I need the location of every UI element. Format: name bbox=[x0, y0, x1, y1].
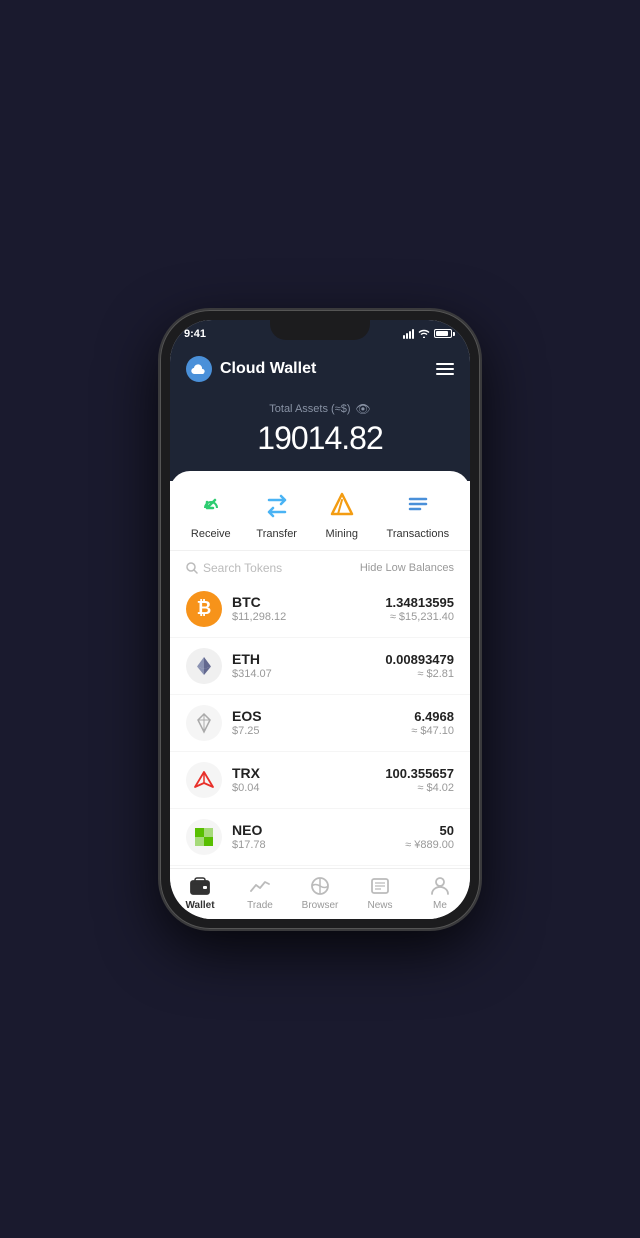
eth-price: $314.07 bbox=[232, 668, 385, 680]
main-card: Receive Transfer bbox=[170, 471, 470, 866]
receive-label: Receive bbox=[191, 528, 231, 540]
header-left: Cloud Wallet bbox=[186, 356, 316, 382]
eth-symbol: ETH bbox=[232, 651, 385, 667]
menu-button[interactable] bbox=[436, 363, 454, 375]
nav-browser[interactable]: Browser bbox=[290, 875, 350, 911]
trade-nav-icon bbox=[249, 875, 271, 897]
hide-low-balances[interactable]: Hide Low Balances bbox=[360, 562, 454, 574]
mining-icon bbox=[323, 485, 361, 523]
neo-price: $17.78 bbox=[232, 839, 405, 851]
signal-icon bbox=[403, 329, 414, 339]
news-nav-icon bbox=[369, 875, 391, 897]
eos-price: $7.25 bbox=[232, 725, 411, 737]
token-item-trx[interactable]: TRX $0.04 100.355657 ≈ $4.02 bbox=[170, 752, 470, 809]
app-header: Cloud Wallet bbox=[170, 348, 470, 390]
token-item-neo[interactable]: NEO $17.78 50 ≈ ¥889.00 bbox=[170, 809, 470, 866]
eos-balance: 6.4968 ≈ $47.10 bbox=[411, 709, 454, 737]
eos-symbol: EOS bbox=[232, 708, 411, 724]
nav-news[interactable]: News bbox=[350, 875, 410, 911]
eos-info: EOS $7.25 bbox=[232, 708, 411, 737]
btc-balance: 1.34813595 ≈ $15,231.40 bbox=[385, 595, 454, 623]
transactions-icon bbox=[399, 485, 437, 523]
cloud-icon bbox=[191, 364, 207, 374]
me-nav-label: Me bbox=[433, 900, 447, 911]
eth-info: ETH $314.07 bbox=[232, 651, 385, 680]
trx-usd: ≈ $4.02 bbox=[385, 782, 454, 794]
search-left: Search Tokens bbox=[186, 561, 282, 575]
action-buttons: Receive Transfer bbox=[170, 471, 470, 551]
btc-logo: ₿ bbox=[186, 591, 222, 627]
search-input[interactable]: Search Tokens bbox=[203, 561, 282, 575]
browser-nav-label: Browser bbox=[302, 900, 339, 911]
nav-trade[interactable]: Trade bbox=[230, 875, 290, 911]
search-icon bbox=[186, 562, 198, 574]
trx-balance: 100.355657 ≈ $4.02 bbox=[385, 766, 454, 794]
notch bbox=[270, 320, 370, 340]
transfer-button[interactable]: Transfer bbox=[256, 485, 297, 540]
receive-icon bbox=[192, 485, 230, 523]
btc-symbol: BTC bbox=[232, 594, 385, 610]
trx-price: $0.04 bbox=[232, 782, 385, 794]
mining-button[interactable]: Mining bbox=[323, 485, 361, 540]
trx-info: TRX $0.04 bbox=[232, 765, 385, 794]
eth-logo bbox=[186, 648, 222, 684]
btc-price: $11,298.12 bbox=[232, 611, 385, 623]
news-nav-label: News bbox=[367, 900, 392, 911]
trx-amount: 100.355657 bbox=[385, 766, 454, 781]
search-row: Search Tokens Hide Low Balances bbox=[170, 551, 470, 581]
phone-screen: 9:41 bbox=[170, 320, 470, 919]
eos-logo bbox=[186, 705, 222, 741]
btc-amount: 1.34813595 bbox=[385, 595, 454, 610]
transfer-label: Transfer bbox=[256, 528, 297, 540]
token-list: ₿ BTC $11,298.12 1.34813595 ≈ $15,231.40 bbox=[170, 581, 470, 866]
assets-value: 19014.82 bbox=[186, 420, 454, 457]
browser-nav-icon bbox=[309, 875, 331, 897]
receive-button[interactable]: Receive bbox=[191, 485, 231, 540]
me-nav-icon bbox=[429, 875, 451, 897]
wallet-nav-icon bbox=[189, 875, 211, 897]
eos-amount: 6.4968 bbox=[411, 709, 454, 724]
btc-usd: ≈ $15,231.40 bbox=[385, 611, 454, 623]
neo-balance: 50 ≈ ¥889.00 bbox=[405, 823, 454, 851]
wallet-nav-label: Wallet bbox=[185, 900, 214, 911]
neo-info: NEO $17.78 bbox=[232, 822, 405, 851]
neo-logo bbox=[186, 819, 222, 855]
eos-usd: ≈ $47.10 bbox=[411, 725, 454, 737]
eth-amount: 0.00893479 bbox=[385, 652, 454, 667]
app-logo bbox=[186, 356, 212, 382]
neo-symbol: NEO bbox=[232, 822, 405, 838]
eth-usd: ≈ $2.81 bbox=[385, 668, 454, 680]
phone-frame: 9:41 bbox=[160, 310, 480, 929]
token-item-eth[interactable]: ETH $314.07 0.00893479 ≈ $2.81 bbox=[170, 638, 470, 695]
bottom-nav: Wallet Trade bbox=[170, 868, 470, 919]
nav-me[interactable]: Me bbox=[410, 875, 470, 911]
token-item-btc[interactable]: ₿ BTC $11,298.12 1.34813595 ≈ $15,231.40 bbox=[170, 581, 470, 638]
assets-section: Total Assets (≈$) 👁 19014.82 bbox=[170, 390, 470, 481]
trx-logo bbox=[186, 762, 222, 798]
token-item-eos[interactable]: EOS $7.25 6.4968 ≈ $47.10 bbox=[170, 695, 470, 752]
neo-amount: 50 bbox=[405, 823, 454, 838]
eye-icon[interactable]: 👁 bbox=[356, 402, 371, 416]
wifi-icon bbox=[418, 329, 430, 338]
transactions-label: Transactions bbox=[387, 528, 450, 540]
status-bar: 9:41 bbox=[170, 320, 470, 348]
assets-label: Total Assets (≈$) 👁 bbox=[186, 402, 454, 416]
transactions-button[interactable]: Transactions bbox=[387, 485, 450, 540]
trx-symbol: TRX bbox=[232, 765, 385, 781]
status-icons bbox=[403, 329, 452, 339]
eth-balance: 0.00893479 ≈ $2.81 bbox=[385, 652, 454, 680]
battery-icon bbox=[434, 329, 452, 338]
mining-label: Mining bbox=[326, 528, 358, 540]
trade-nav-label: Trade bbox=[247, 900, 273, 911]
neo-usd: ≈ ¥889.00 bbox=[405, 839, 454, 851]
nav-wallet[interactable]: Wallet bbox=[170, 875, 230, 911]
status-time: 9:41 bbox=[184, 328, 206, 340]
app-title: Cloud Wallet bbox=[220, 360, 316, 378]
transfer-icon bbox=[258, 485, 296, 523]
btc-info: BTC $11,298.12 bbox=[232, 594, 385, 623]
